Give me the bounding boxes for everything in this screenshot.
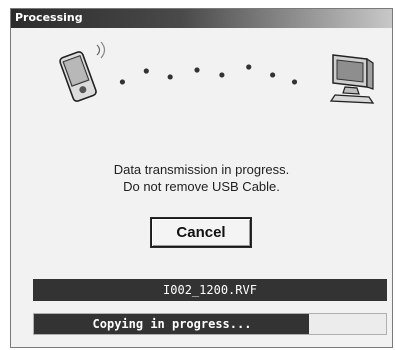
dot xyxy=(143,68,149,74)
dot xyxy=(119,79,126,85)
progress-bar: Copying in progress... xyxy=(33,313,387,335)
dot xyxy=(246,64,252,70)
status-message: Data transmission in progress. Do not re… xyxy=(11,161,392,195)
processing-dialog: Processing Data transmission in progress… xyxy=(10,8,393,348)
dot xyxy=(219,72,225,78)
progress-label: Copying in progress... xyxy=(92,317,252,331)
cancel-button[interactable]: Cancel xyxy=(151,218,251,247)
dot xyxy=(167,74,173,80)
message-line-2: Do not remove USB Cable. xyxy=(123,179,280,194)
dot xyxy=(194,67,200,73)
dot xyxy=(291,79,298,85)
file-name-bar: I002_1200.RVF xyxy=(33,279,387,301)
desktop-computer-icon xyxy=(329,54,375,104)
message-line-1: Data transmission in progress. xyxy=(113,162,290,177)
dot xyxy=(270,72,276,78)
